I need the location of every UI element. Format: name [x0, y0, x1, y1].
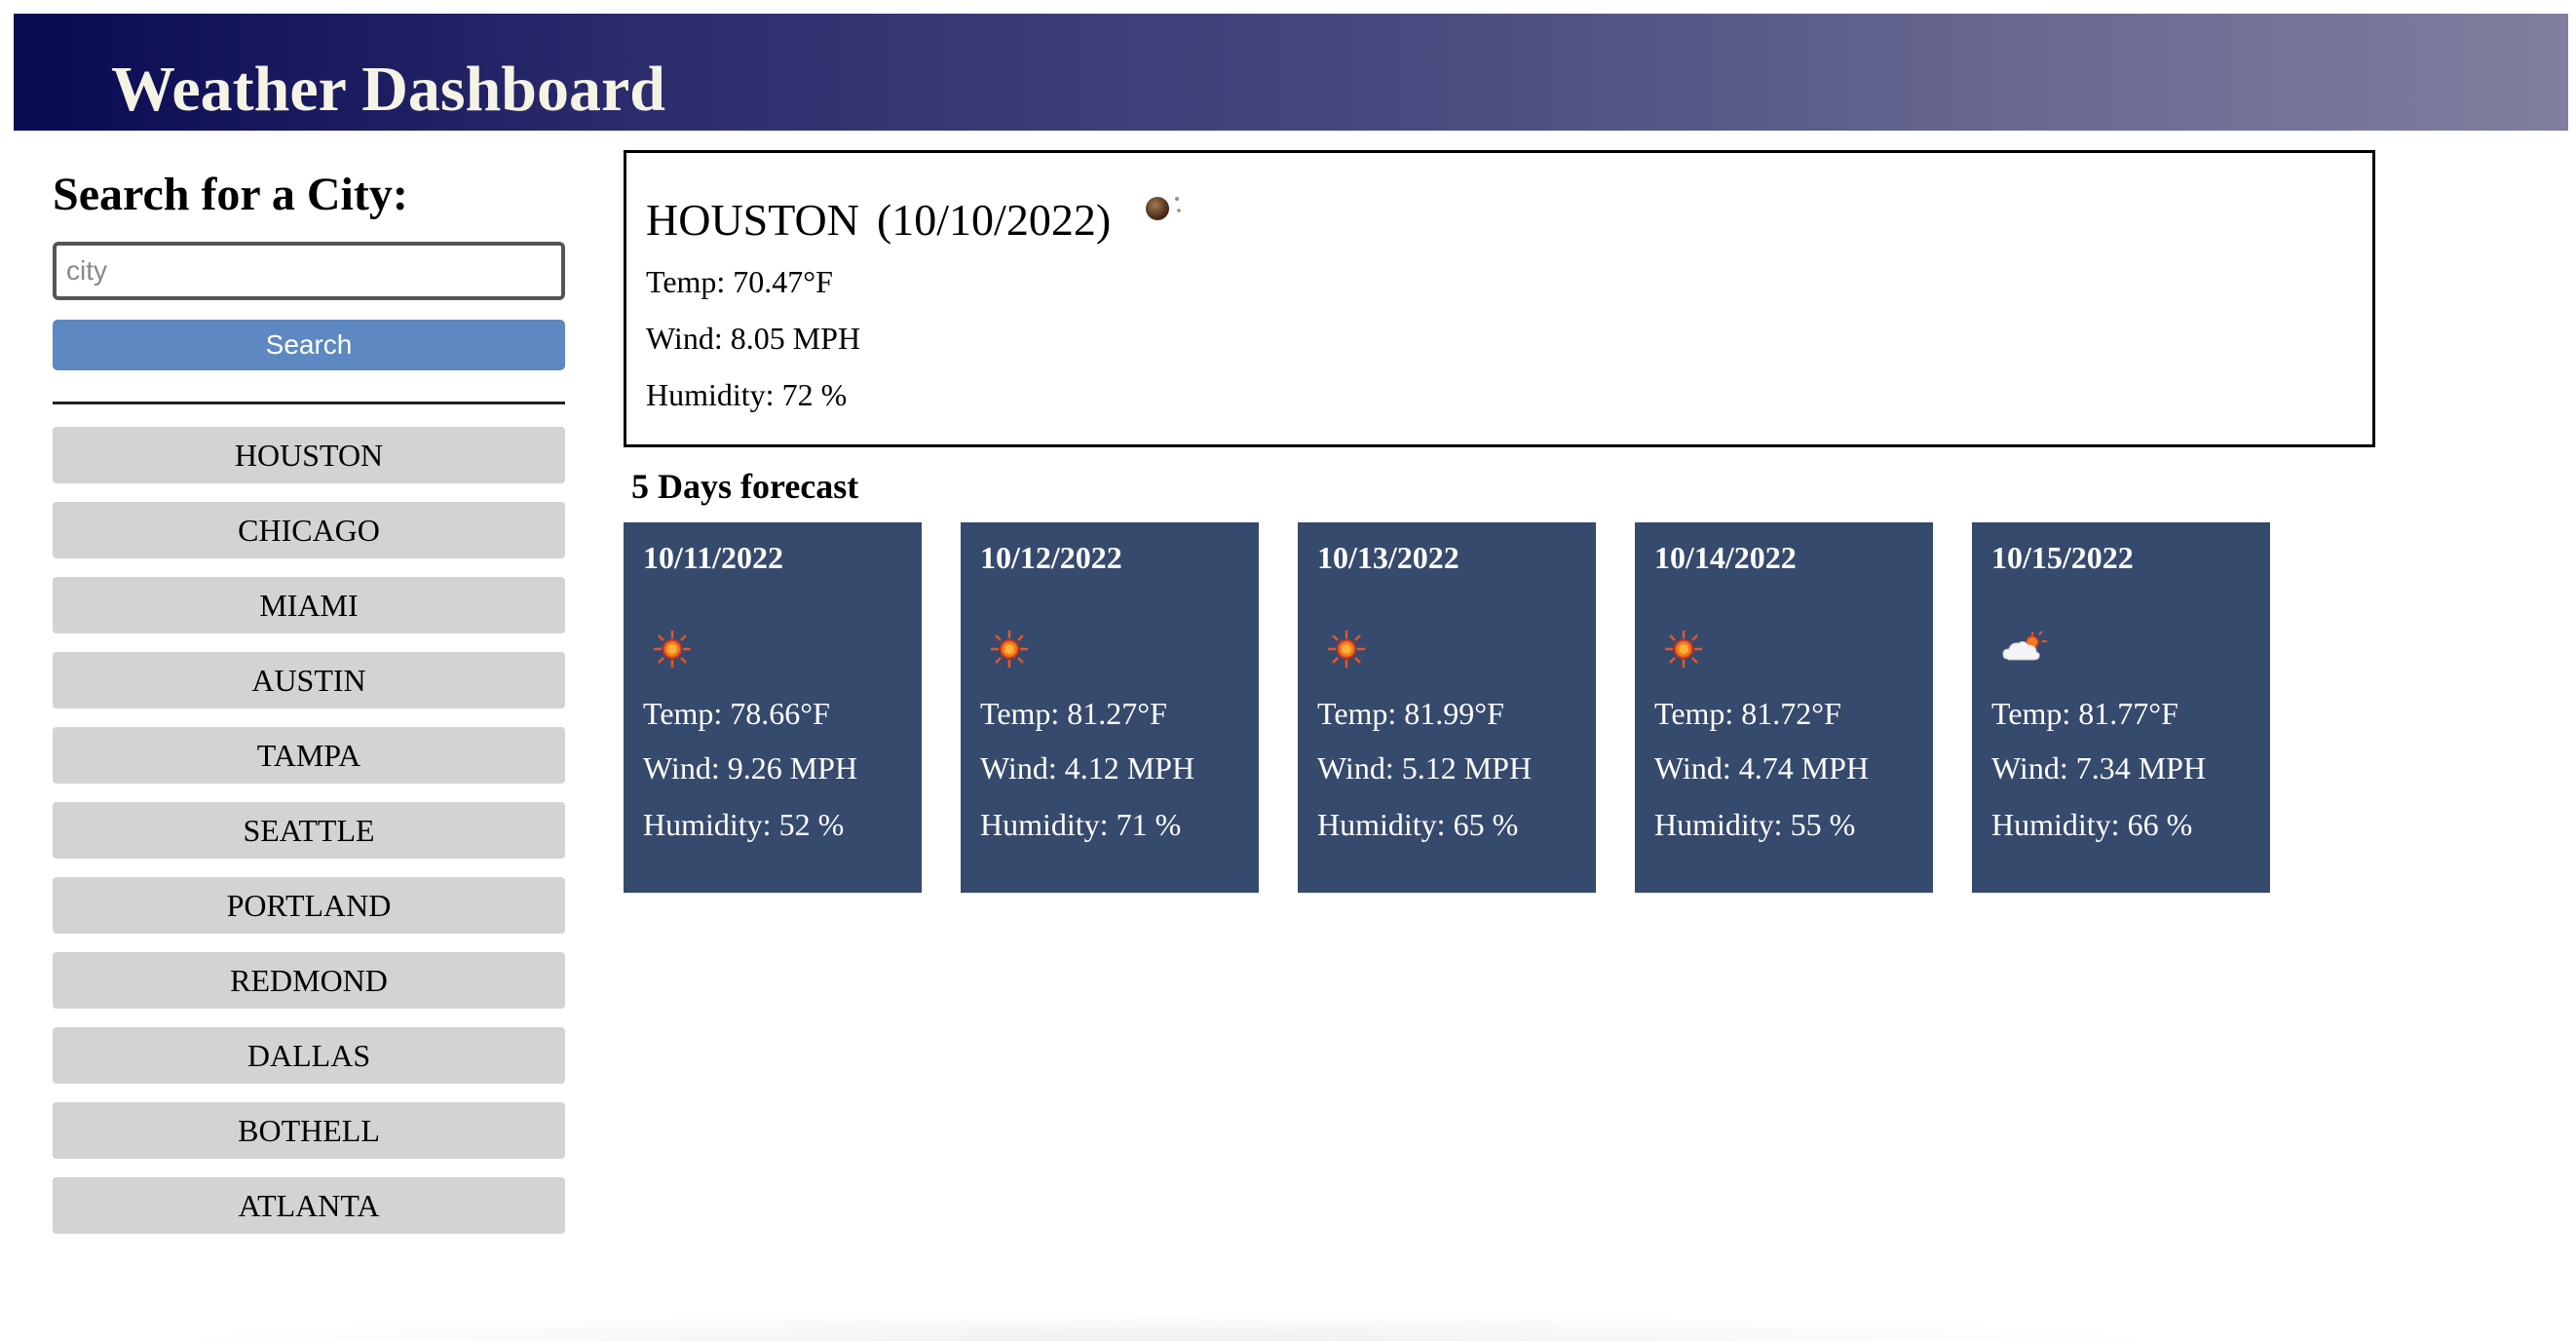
forecast-humidity: Humidity: 71 % [980, 807, 1182, 842]
history-city-button[interactable]: MIAMI [53, 577, 565, 633]
current-weather-title: HOUSTON (10/10/2022) [646, 188, 1189, 250]
history-city-button[interactable]: SEATTLE [53, 802, 565, 859]
current-city-name: HOUSTON [646, 194, 859, 245]
current-wind: Wind: 8.05 MPH [646, 321, 861, 356]
current-date: (10/10/2022) [876, 194, 1112, 245]
forecast-card: 10/14/2022 Temp: 81.72°F Wind: 4.74 MPH … [1635, 522, 1933, 893]
forecast-card: 10/11/2022 Temp: 78.66°F Wind: 9.26 MPH … [624, 522, 922, 893]
history-city-button[interactable]: BOTHELL [53, 1102, 565, 1159]
history-city-button[interactable]: AUSTIN [53, 652, 565, 709]
forecast-humidity: Humidity: 65 % [1317, 807, 1519, 842]
forecast-humidity: Humidity: 52 % [643, 807, 845, 842]
forecast-wind: Wind: 7.34 MPH [1991, 750, 2207, 785]
forecast-temp: Temp: 81.99°F [1317, 696, 1504, 731]
history-city-button[interactable]: DALLAS [53, 1027, 565, 1084]
current-weather-card: HOUSTON (10/10/2022) Temp: 70.47°F Wind:… [624, 150, 2375, 447]
search-button[interactable]: Search [53, 320, 565, 370]
history-city-button[interactable]: CHICAGO [53, 502, 565, 558]
forecast-temp: Temp: 81.72°F [1654, 696, 1841, 731]
forecast-wind: Wind: 5.12 MPH [1317, 750, 1533, 785]
forecast-card: 10/13/2022 Temp: 81.99°F Wind: 5.12 MPH … [1298, 522, 1596, 893]
current-humidity: Humidity: 72 % [646, 377, 848, 412]
forecast-heading: 5 Days forecast [631, 467, 859, 506]
forecast-card: 10/12/2022 Temp: 81.27°F Wind: 4.12 MPH … [961, 522, 1259, 893]
city-search-input[interactable] [53, 242, 565, 300]
forecast-card: 10/15/2022 Temp: 81.77°F Wind: 7.34 MPH … [1972, 522, 2270, 893]
app-header: Weather Dashboard [14, 14, 2568, 131]
page-title: Weather Dashboard [111, 54, 665, 125]
sun-icon [1325, 628, 1368, 670]
history-city-button[interactable]: REDMOND [53, 952, 565, 1009]
forecast-date: 10/11/2022 [643, 540, 784, 575]
search-sidebar: Search for a City: Search HOUSTON CHICAG… [53, 156, 565, 1234]
search-history-list: HOUSTON CHICAGO MIAMI AUSTIN TAMPA SEATT… [53, 427, 565, 1252]
forecast-temp: Temp: 78.66°F [643, 696, 830, 731]
forecast-date: 10/14/2022 [1654, 540, 1797, 575]
forecast-wind: Wind: 4.74 MPH [1654, 750, 1870, 785]
forecast-date: 10/12/2022 [980, 540, 1122, 575]
forecast-date: 10/15/2022 [1991, 540, 2134, 575]
divider [53, 402, 565, 404]
history-city-button[interactable]: HOUSTON [53, 427, 565, 483]
forecast-humidity: Humidity: 55 % [1654, 807, 1856, 842]
cloud-sun-icon [1999, 628, 2050, 670]
forecast-wind: Wind: 4.12 MPH [980, 750, 1195, 785]
history-city-button[interactable]: PORTLAND [53, 877, 565, 934]
history-city-button[interactable]: TAMPA [53, 727, 565, 784]
current-temp: Temp: 70.47°F [646, 264, 833, 299]
forecast-wind: Wind: 9.26 MPH [643, 750, 858, 785]
sun-icon [988, 628, 1031, 670]
forecast-temp: Temp: 81.27°F [980, 696, 1167, 731]
sun-icon [651, 628, 694, 670]
forecast-humidity: Humidity: 66 % [1991, 807, 2193, 842]
page-bottom-shadow [156, 1312, 2182, 1341]
sun-icon [1662, 628, 1705, 670]
forecast-date: 10/13/2022 [1317, 540, 1459, 575]
history-city-button[interactable]: ATLANTA [53, 1177, 565, 1234]
search-heading: Search for a City: [53, 169, 408, 220]
forecast-temp: Temp: 81.77°F [1991, 696, 2178, 731]
moon-icon [1140, 189, 1189, 228]
